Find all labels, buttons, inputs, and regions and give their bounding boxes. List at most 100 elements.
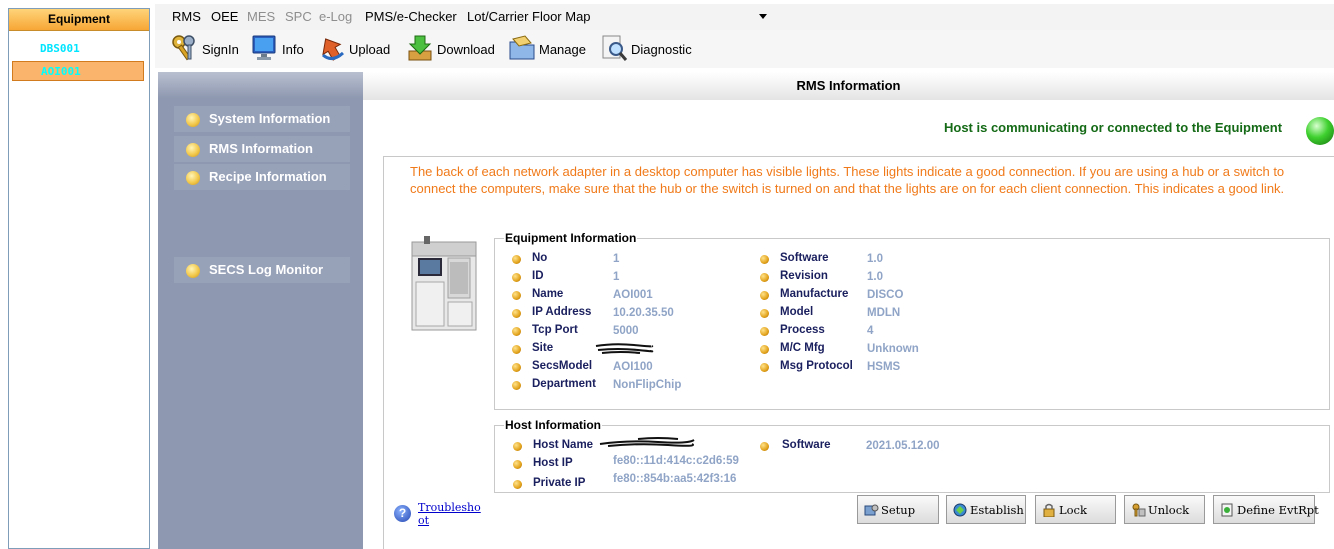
bullet-icon: [512, 309, 521, 318]
help-icon[interactable]: ?: [394, 505, 411, 522]
troubleshoot-link[interactable]: Troubleshoot: [418, 501, 482, 527]
field-value-host-software: 2021.05.12.00: [866, 440, 940, 452]
field-label-name: Name: [532, 288, 564, 300]
equipment-item-aoi001[interactable]: AOI001: [12, 61, 144, 81]
bullet-icon: [513, 460, 522, 469]
diagnostic-button[interactable]: Diagnostic: [599, 33, 699, 65]
field-label-software: Software: [780, 252, 829, 264]
lock-button[interactable]: Lock: [1035, 495, 1116, 524]
main-header: RMS Information: [363, 72, 1334, 100]
signin-label: SignIn: [202, 42, 239, 57]
field-value-secs-model: AOI100: [613, 361, 653, 373]
setup-label: Setup: [881, 503, 916, 517]
redacted-host-name-scribble: [599, 437, 695, 447]
upload-button[interactable]: Upload: [317, 33, 397, 65]
menu-mes[interactable]: MES: [247, 9, 275, 24]
establish-label: Establish: [970, 503, 1024, 517]
define-report-icon: [1221, 503, 1233, 517]
left-navigation: System Information RMS Information Recip…: [158, 72, 363, 549]
bullet-icon: [186, 264, 200, 278]
field-label-department: Department: [532, 378, 596, 390]
field-label-process: Process: [780, 324, 825, 336]
menu-spc[interactable]: SPC: [285, 9, 312, 24]
menu-pms-echecker[interactable]: PMS/e-Checker: [365, 9, 457, 24]
bullet-icon: [760, 327, 769, 336]
download-button[interactable]: Download: [405, 33, 500, 65]
signin-button[interactable]: SignIn: [170, 33, 242, 65]
intro-text: The back of each network adapter in a de…: [410, 164, 1285, 196]
nav-recipe-information[interactable]: Recipe Information: [174, 164, 350, 190]
bullet-icon: [186, 143, 200, 157]
menu-dropdown-arrow-icon[interactable]: [759, 14, 767, 19]
nav-rms-information[interactable]: RMS Information: [174, 136, 350, 162]
bullet-icon: [760, 363, 769, 372]
field-value-mc-mfg: Unknown: [867, 343, 919, 355]
nav-rms-information-label: RMS Information: [209, 141, 313, 156]
field-value-ip-address: 10.20.35.50: [613, 307, 674, 319]
bullet-icon: [760, 345, 769, 354]
field-label-revision: Revision: [780, 270, 828, 282]
bullet-icon: [760, 442, 769, 451]
field-label-tcp-port: Tcp Port: [532, 324, 578, 336]
manage-button[interactable]: Manage: [507, 33, 592, 65]
menu-lot-carrier-floor-map[interactable]: Lot/Carrier Floor Map: [467, 9, 591, 24]
info-button[interactable]: Info: [250, 33, 310, 65]
upload-arrow-icon: [322, 38, 345, 61]
bullet-icon: [512, 381, 521, 390]
equipment-item-dbs001[interactable]: DBS001: [12, 39, 144, 59]
magnifier-icon: [602, 35, 628, 61]
diagnostic-label: Diagnostic: [631, 42, 692, 57]
equipment-information-title: Equipment Information: [504, 231, 638, 245]
info-label: Info: [282, 42, 304, 57]
manage-label: Manage: [539, 42, 586, 57]
bullet-icon: [186, 171, 200, 185]
menu-oee[interactable]: OEE: [211, 9, 238, 24]
field-label-host-ip: Host IP: [533, 457, 573, 469]
bullet-icon: [512, 345, 521, 354]
field-label-mc-mfg: M/C Mfg: [780, 342, 825, 354]
nav-system-information[interactable]: System Information: [174, 106, 350, 132]
field-value-no: 1: [613, 253, 620, 265]
field-value-software: 1.0: [867, 253, 883, 265]
field-value-model: MDLN: [867, 307, 901, 319]
define-evtrpt-label: Define EvtRpt: [1237, 503, 1319, 517]
unlock-button[interactable]: Unlock: [1124, 495, 1205, 524]
field-label-manufacture: Manufacture: [780, 288, 849, 300]
folder-manage-icon: [509, 35, 535, 60]
field-label-model: Model: [780, 306, 814, 318]
field-value-tcp-port: 5000: [613, 325, 639, 337]
page-title: RMS Information: [796, 78, 901, 93]
field-label-site: Site: [532, 342, 554, 354]
lock-icon: [1043, 503, 1055, 517]
status-led-icon: [1306, 117, 1334, 145]
monitor-icon: [252, 35, 276, 60]
establish-icon: [953, 503, 967, 517]
lock-label: Lock: [1059, 503, 1087, 517]
bullet-icon: [760, 255, 769, 264]
bullet-icon: [512, 273, 521, 282]
bullet-icon: [512, 291, 521, 300]
field-value-host-ip: fe80::11d:414c:c2d6:59: [613, 455, 739, 467]
menu-elog[interactable]: e-Log: [319, 9, 352, 24]
define-evtrpt-button[interactable]: Define EvtRpt: [1213, 495, 1319, 524]
host-information-title: Host Information: [504, 418, 602, 432]
download-arrow-icon: [408, 35, 432, 61]
bullet-icon: [186, 113, 200, 127]
download-label: Download: [437, 42, 495, 57]
field-label-no: No: [532, 252, 548, 264]
setup-button[interactable]: Setup: [857, 495, 939, 524]
establish-button[interactable]: Establish: [946, 495, 1026, 524]
bullet-icon: [760, 273, 769, 282]
menu-rms[interactable]: RMS: [172, 9, 201, 24]
bullet-icon: [513, 442, 522, 451]
field-label-host-name: Host Name: [533, 439, 594, 451]
left-navigation-header: [158, 72, 363, 98]
nav-secs-log-monitor[interactable]: SECS Log Monitor: [174, 257, 350, 283]
field-label-host-software: Software: [782, 439, 831, 451]
equipment-panel-header: Equipment: [9, 9, 149, 31]
field-value-id: 1: [613, 271, 620, 283]
unlock-label: Unlock: [1148, 503, 1190, 517]
field-label-id: ID: [532, 270, 544, 282]
field-value-name: AOI001: [613, 289, 653, 301]
bullet-icon: [760, 291, 769, 300]
